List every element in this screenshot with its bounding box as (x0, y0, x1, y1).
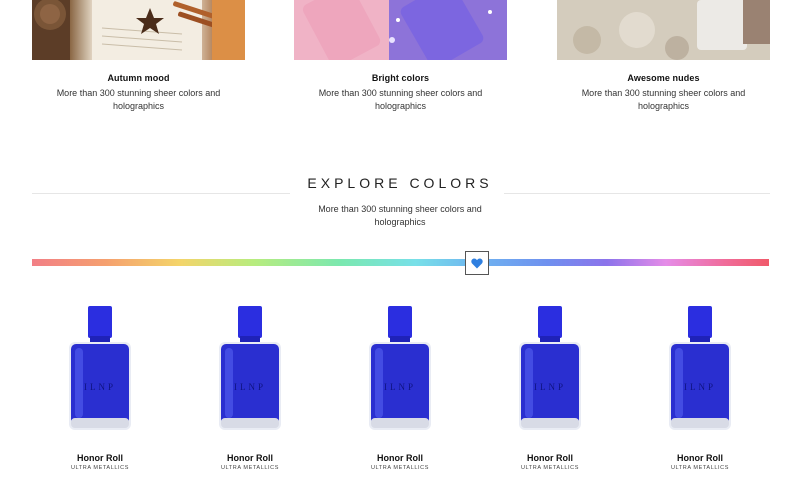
product-card[interactable]: ILNP Honor Roll ULTRA METALLICS (340, 300, 460, 471)
product-image[interactable]: ILNP (490, 300, 610, 440)
nail-polish-bottle: ILNP (519, 306, 581, 430)
color-slider-handle[interactable] (465, 251, 489, 275)
autumn-photo-art (32, 0, 245, 60)
product-name[interactable]: Honor Roll (490, 453, 610, 463)
bottle-brand-label: ILNP (684, 382, 716, 392)
collection-title[interactable]: Awesome nudes (557, 73, 770, 83)
nudes-photo-art (557, 0, 770, 60)
product-name[interactable]: Honor Roll (40, 453, 160, 463)
heart-icon (471, 258, 483, 268)
product-image[interactable]: ILNP (40, 300, 160, 440)
divider-left (32, 193, 290, 194)
section-title: EXPLORE COLORS (307, 175, 493, 191)
color-spectrum-slider[interactable] (32, 259, 769, 266)
collection-image-nudes[interactable] (557, 0, 770, 60)
product-category: ULTRA METALLICS (370, 465, 429, 471)
product-category: ULTRA METALLICS (670, 465, 729, 471)
collection-title[interactable]: Autumn mood (32, 73, 245, 83)
nail-polish-bottle: ILNP (369, 306, 431, 430)
collection-description: More than 300 stunning sheer colors and … (318, 88, 483, 111)
bright-photo-art (294, 0, 507, 60)
product-image[interactable]: ILNP (190, 300, 310, 440)
divider-right (504, 193, 770, 194)
collection-description: More than 300 stunning sheer colors and … (581, 88, 746, 111)
product-name[interactable]: Honor Roll (640, 453, 760, 463)
collection-image-autumn[interactable] (32, 0, 245, 60)
product-category: ULTRA METALLICS (520, 465, 579, 471)
nail-polish-bottle: ILNP (219, 306, 281, 430)
bottle-brand-label: ILNP (234, 382, 266, 392)
nail-polish-bottle: ILNP (669, 306, 731, 430)
product-card[interactable]: ILNP Honor Roll ULTRA METALLICS (490, 300, 610, 471)
product-name[interactable]: Honor Roll (190, 453, 310, 463)
collection-title[interactable]: Bright colors (294, 73, 507, 83)
product-card[interactable]: ILNP Honor Roll ULTRA METALLICS (190, 300, 310, 471)
product-card[interactable]: ILNP Honor Roll ULTRA METALLICS (640, 300, 760, 471)
bottle-brand-label: ILNP (534, 382, 566, 392)
collection-card-bright[interactable]: Bright colors More than 300 stunning she… (294, 0, 507, 113)
bottle-brand-label: ILNP (84, 382, 116, 392)
product-card[interactable]: ILNP Honor Roll ULTRA METALLICS (40, 300, 160, 471)
bottle-brand-label: ILNP (384, 382, 416, 392)
product-category: ULTRA METALLICS (70, 465, 129, 471)
product-image[interactable]: ILNP (640, 300, 760, 440)
collection-image-bright[interactable] (294, 0, 507, 60)
collection-description: More than 300 stunning sheer colors and … (56, 88, 221, 111)
collections-row: Autumn mood More than 300 stunning sheer… (0, 0, 800, 120)
collection-card-nudes[interactable]: Awesome nudes More than 300 stunning she… (557, 0, 770, 113)
collection-card-autumn[interactable]: Autumn mood More than 300 stunning sheer… (32, 0, 245, 113)
explore-colors-header: EXPLORE COLORS (0, 172, 800, 196)
section-description: More than 300 stunning sheer colors and … (318, 204, 482, 227)
product-category: ULTRA METALLICS (220, 465, 279, 471)
product-image[interactable]: ILNP (340, 300, 460, 440)
product-name[interactable]: Honor Roll (340, 453, 460, 463)
nail-polish-bottle: ILNP (69, 306, 131, 430)
